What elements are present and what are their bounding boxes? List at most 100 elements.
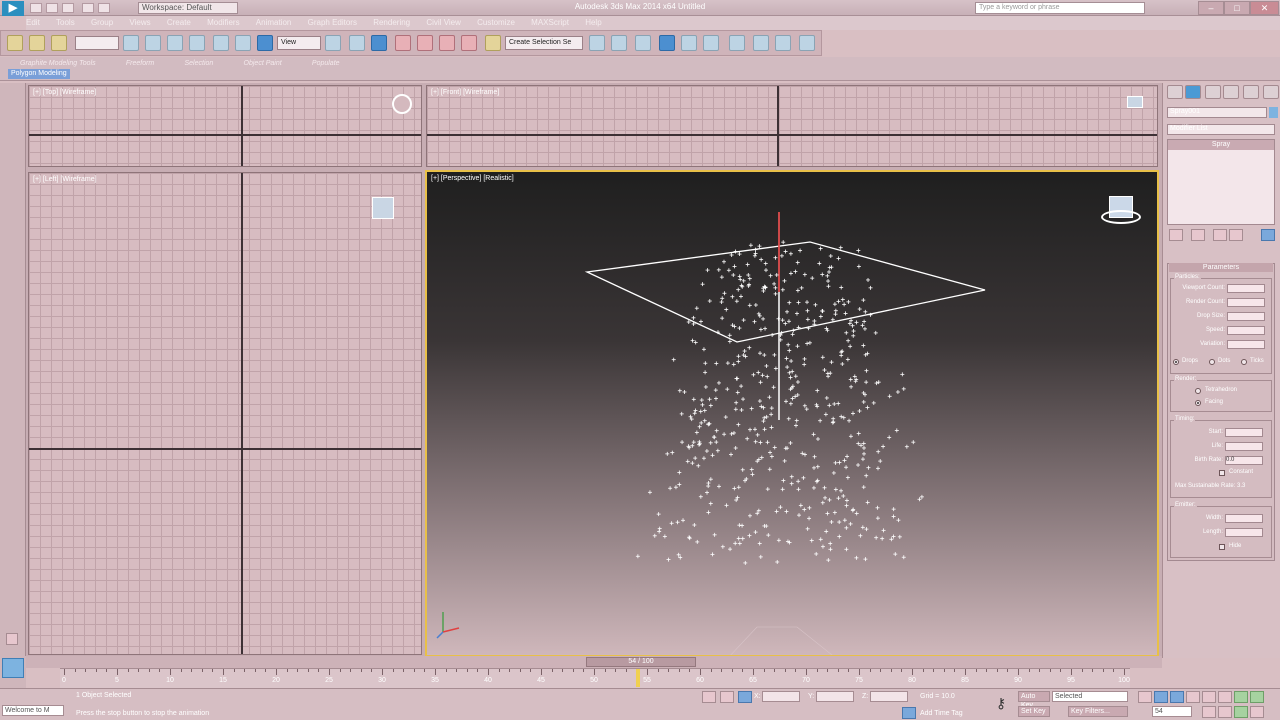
percent-snap-icon[interactable] — [439, 35, 455, 51]
next-frame-icon[interactable] — [1186, 691, 1200, 703]
emitter-width-spinner[interactable] — [1225, 514, 1263, 523]
edit-named-selection-icon[interactable] — [485, 35, 501, 51]
auto-key-button[interactable]: Auto Key — [1018, 691, 1050, 709]
minimize-button[interactable]: – — [1198, 1, 1224, 15]
variation-spinner[interactable] — [1227, 340, 1265, 349]
menu-create[interactable]: Create — [167, 16, 191, 30]
unlink-icon[interactable] — [29, 35, 45, 51]
birth-rate-spinner[interactable]: 0.0 — [1225, 456, 1263, 465]
viewcube-perspective-icon[interactable] — [1101, 196, 1141, 228]
x-coord-field[interactable] — [762, 691, 800, 702]
menu-maxscript[interactable]: MAXScript — [531, 16, 569, 30]
menu-edit[interactable]: Edit — [26, 16, 40, 30]
time-slider-knob[interactable]: 54 / 100 — [586, 657, 696, 667]
expand-strip-icon[interactable] — [6, 633, 18, 645]
current-frame-field[interactable]: 54 — [1152, 706, 1192, 717]
display-tab-icon[interactable] — [1243, 85, 1259, 99]
add-time-tag[interactable]: Add Time Tag — [920, 710, 963, 717]
render-count-spinner[interactable] — [1227, 298, 1265, 307]
z-coord-field[interactable] — [870, 691, 908, 702]
menu-animation[interactable]: Animation — [256, 16, 292, 30]
zoom-icon[interactable] — [1218, 691, 1232, 703]
menu-modifiers[interactable]: Modifiers — [207, 16, 239, 30]
pin-stack-icon[interactable] — [1169, 229, 1183, 241]
facing-radio[interactable] — [1195, 400, 1201, 406]
isolate-icon[interactable] — [720, 691, 734, 703]
rect-selection-icon[interactable] — [167, 35, 183, 51]
modify-tab-icon[interactable] — [1185, 85, 1201, 99]
named-selection-dropdown[interactable]: Create Selection Se — [505, 36, 583, 50]
graphite-toggle-icon[interactable] — [659, 35, 675, 51]
ribbon-tab-populate[interactable]: Populate — [312, 60, 340, 67]
window-crossing-icon[interactable] — [189, 35, 205, 51]
emitter-length-spinner[interactable] — [1225, 528, 1263, 537]
viewport-left[interactable]: [+] [Left] [Wireframe] — [28, 172, 422, 655]
undo-icon[interactable] — [82, 3, 94, 13]
ribbon-tab-selection[interactable]: Selection — [185, 60, 214, 67]
material-editor-icon[interactable] — [729, 35, 745, 51]
stack-item-spray[interactable]: Spray — [1168, 140, 1274, 150]
mirror-icon[interactable] — [589, 35, 605, 51]
bind-spacewarp-icon[interactable] — [51, 35, 67, 51]
play-icon[interactable] — [1170, 691, 1184, 703]
viewport-top[interactable]: [+] [Top] [Wireframe] — [28, 85, 422, 167]
spinner-snap-icon[interactable] — [461, 35, 477, 51]
key-icon[interactable]: ⚷ — [990, 695, 1012, 711]
menu-tools[interactable]: Tools — [56, 16, 75, 30]
current-time-marker[interactable] — [636, 669, 641, 687]
maximize-viewport-icon[interactable] — [1250, 706, 1264, 718]
speed-spinner[interactable] — [1227, 326, 1265, 335]
ribbon-tab-freeform[interactable]: Freeform — [126, 60, 154, 67]
reference-coord-dropdown[interactable]: View — [277, 36, 321, 50]
menu-customize[interactable]: Customize — [477, 16, 515, 30]
menu-civil-view[interactable]: Civil View — [426, 16, 461, 30]
object-color-swatch[interactable] — [1269, 107, 1278, 118]
app-logo-icon[interactable]: ▶ — [2, 1, 24, 16]
snaps-toggle-icon[interactable] — [395, 35, 411, 51]
go-to-end-icon[interactable] — [1202, 691, 1216, 703]
motion-tab-icon[interactable] — [1223, 85, 1239, 99]
drop-size-spinner[interactable] — [1227, 312, 1265, 321]
tetrahedron-radio[interactable] — [1195, 388, 1201, 394]
layer-manager-icon[interactable] — [635, 35, 651, 51]
select-manipulate-icon[interactable] — [349, 35, 365, 51]
menu-help[interactable]: Help — [585, 16, 601, 30]
time-slider[interactable]: 54 / 100 — [26, 656, 1162, 668]
viewcube-left-icon[interactable] — [372, 197, 394, 219]
maxscript-listener[interactable]: Welcome to M — [2, 705, 64, 716]
y-coord-field[interactable] — [816, 691, 854, 702]
create-tab-icon[interactable] — [1167, 85, 1183, 99]
configure-sets-icon[interactable] — [1261, 229, 1275, 241]
hierarchy-tab-icon[interactable] — [1205, 85, 1221, 99]
prev-frame-icon[interactable] — [1154, 691, 1168, 703]
rotate-icon[interactable] — [235, 35, 251, 51]
link-icon[interactable] — [7, 35, 23, 51]
time-tag-icon[interactable] — [902, 707, 916, 719]
track-bar[interactable]: 0 5 10 15 20 25 30 35 40 45 50 55 60 65 70 75 80 85 90 95 10… — [60, 668, 1130, 688]
orbit-icon[interactable] — [1234, 706, 1248, 718]
lock-selection-icon[interactable] — [702, 691, 716, 703]
parameters-title[interactable]: Parameters — [1169, 263, 1273, 272]
zoom-all-icon[interactable] — [1234, 691, 1248, 703]
open-icon[interactable] — [46, 3, 58, 13]
selection-filter-dropdown[interactable] — [75, 36, 119, 50]
pivot-center-icon[interactable] — [325, 35, 341, 51]
polygon-modeling-panel[interactable]: Polygon Modeling — [8, 69, 70, 79]
modifier-list-dropdown[interactable]: Modifier List — [1167, 124, 1275, 135]
ribbon-tab-graphite[interactable]: Graphite Modeling Tools — [20, 60, 96, 67]
move-icon[interactable] — [213, 35, 229, 51]
menu-views[interactable]: Views — [129, 16, 150, 30]
set-key-button[interactable]: Set Key — [1018, 706, 1050, 717]
go-to-start-icon[interactable] — [1138, 691, 1152, 703]
close-button[interactable]: ✕ — [1250, 1, 1279, 15]
workspace-dropdown[interactable]: Workspace: Default — [138, 2, 238, 14]
viewport-count-spinner[interactable] — [1227, 284, 1265, 293]
modifier-stack[interactable]: Spray — [1167, 139, 1275, 225]
keyboard-shortcut-icon[interactable] — [371, 35, 387, 51]
constant-checkbox[interactable] — [1219, 470, 1225, 476]
viewport-perspective[interactable]: [+] [Perspective] [Realistic] — [425, 170, 1159, 657]
utilities-tab-icon[interactable] — [1263, 85, 1279, 99]
viewcube-front-icon[interactable] — [1127, 96, 1143, 108]
ribbon-tab-object-paint[interactable]: Object Paint — [244, 60, 282, 67]
mini-curve-editor-icon[interactable] — [2, 658, 24, 678]
